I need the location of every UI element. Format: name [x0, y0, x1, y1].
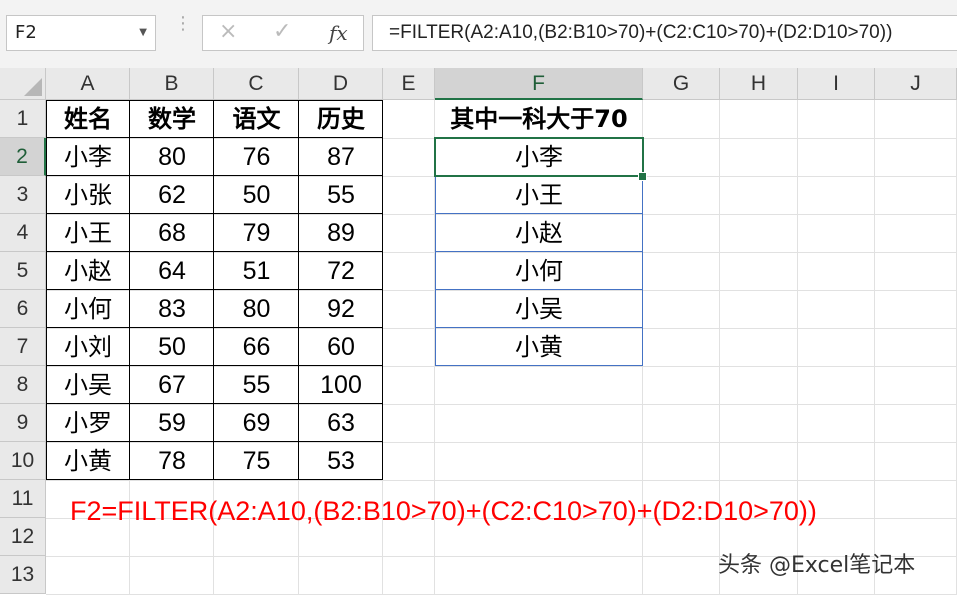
column-header-h[interactable]: H	[720, 68, 798, 100]
score-cell[interactable]: 66	[214, 328, 299, 366]
row-header-11[interactable]: 11	[0, 480, 46, 518]
row-header-8[interactable]: 8	[0, 366, 46, 404]
score-cell[interactable]: 80	[214, 290, 299, 328]
row-header-10[interactable]: 10	[0, 442, 46, 480]
active-cell-selection[interactable]	[434, 137, 644, 177]
score-cell[interactable]: 69	[214, 404, 299, 442]
result-row-divider	[435, 289, 643, 290]
score-cell[interactable]: 64	[130, 252, 214, 290]
name-cell[interactable]: 小张	[46, 176, 130, 214]
row-header-12[interactable]: 12	[0, 518, 46, 556]
enter-icon[interactable]: ✓	[273, 19, 291, 44]
cancel-icon[interactable]: ×	[219, 19, 237, 44]
gridline-col	[874, 100, 875, 594]
score-cell[interactable]: 89	[299, 214, 383, 252]
column-header-c[interactable]: C	[214, 68, 299, 100]
select-all-triangle-icon	[24, 78, 42, 96]
table-header-cell[interactable]: 姓名	[46, 100, 130, 138]
watermark: 头条 @Excel笔记本	[718, 553, 916, 578]
score-cell[interactable]: 55	[214, 366, 299, 404]
score-cell[interactable]: 80	[130, 138, 214, 176]
score-cell[interactable]: 79	[214, 214, 299, 252]
name-cell[interactable]: 小吴	[46, 366, 130, 404]
column-header-j[interactable]: J	[875, 68, 957, 100]
chevron-down-icon[interactable]: ▼	[139, 16, 147, 50]
formula-bar: F2 ▼ ⋮ × ✓ fx =FILTER(A2:A10,(B2:B10>70)…	[0, 0, 957, 69]
formula-buttons: × ✓ fx	[202, 15, 364, 51]
name-cell[interactable]: 小罗	[46, 404, 130, 442]
row-header-2[interactable]: 2	[0, 138, 46, 176]
score-cell[interactable]: 92	[299, 290, 383, 328]
score-cell[interactable]: 50	[130, 328, 214, 366]
formula-note: F2=FILTER(A2:A10,(B2:B10>70)+(C2:C10>70)…	[70, 496, 817, 526]
result-header-cell[interactable]: 其中一科大于70	[435, 100, 643, 138]
score-cell[interactable]: 55	[299, 176, 383, 214]
score-cell[interactable]: 87	[299, 138, 383, 176]
gridline-row	[46, 480, 957, 481]
result-row-divider	[435, 327, 643, 328]
score-cell[interactable]: 75	[214, 442, 299, 480]
score-cell[interactable]: 67	[130, 366, 214, 404]
column-header-b[interactable]: B	[130, 68, 214, 100]
name-cell[interactable]: 小刘	[46, 328, 130, 366]
row-header-9[interactable]: 9	[0, 404, 46, 442]
score-cell[interactable]: 83	[130, 290, 214, 328]
select-all-button[interactable]	[0, 68, 46, 100]
result-row-divider	[435, 251, 643, 252]
formula-input[interactable]: =FILTER(A2:A10,(B2:B10>70)+(C2:C10>70)+(…	[372, 15, 957, 51]
score-cell[interactable]: 60	[299, 328, 383, 366]
column-header-a[interactable]: A	[46, 68, 130, 100]
table-header-cell[interactable]: 历史	[299, 100, 383, 138]
table-header-cell[interactable]: 数学	[130, 100, 214, 138]
score-cell[interactable]: 51	[214, 252, 299, 290]
row-header-1[interactable]: 1	[0, 100, 46, 138]
name-cell[interactable]: 小黄	[46, 442, 130, 480]
name-cell[interactable]: 小何	[46, 290, 130, 328]
row-header-7[interactable]: 7	[0, 328, 46, 366]
score-cell[interactable]: 62	[130, 176, 214, 214]
column-header-g[interactable]: G	[643, 68, 720, 100]
name-box[interactable]: F2 ▼	[6, 15, 156, 51]
name-cell[interactable]: 小赵	[46, 252, 130, 290]
column-header-i[interactable]: I	[798, 68, 875, 100]
column-header-f[interactable]: F	[435, 68, 643, 100]
row-header-3[interactable]: 3	[0, 176, 46, 214]
score-cell[interactable]: 63	[299, 404, 383, 442]
row-header-6[interactable]: 6	[0, 290, 46, 328]
score-cell[interactable]: 68	[130, 214, 214, 252]
insert-function-icon[interactable]: fx	[329, 21, 348, 45]
row-header-13[interactable]: 13	[0, 556, 46, 594]
score-cell[interactable]: 53	[299, 442, 383, 480]
row-header-5[interactable]: 5	[0, 252, 46, 290]
score-cell[interactable]: 50	[214, 176, 299, 214]
name-cell[interactable]: 小王	[46, 214, 130, 252]
name-cell[interactable]: 小李	[46, 138, 130, 176]
column-header-d[interactable]: D	[299, 68, 383, 100]
result-row-divider	[435, 213, 643, 214]
score-cell[interactable]: 59	[130, 404, 214, 442]
row-header-4[interactable]: 4	[0, 214, 46, 252]
score-cell[interactable]: 76	[214, 138, 299, 176]
column-header-e[interactable]: E	[383, 68, 435, 100]
score-cell[interactable]: 78	[130, 442, 214, 480]
drag-handle-icon[interactable]: ⋮	[174, 15, 192, 33]
score-cell[interactable]: 72	[299, 252, 383, 290]
fill-handle[interactable]	[638, 172, 647, 181]
score-cell[interactable]: 100	[299, 366, 383, 404]
table-header-cell[interactable]: 语文	[214, 100, 299, 138]
name-box-value: F2	[15, 22, 37, 43]
